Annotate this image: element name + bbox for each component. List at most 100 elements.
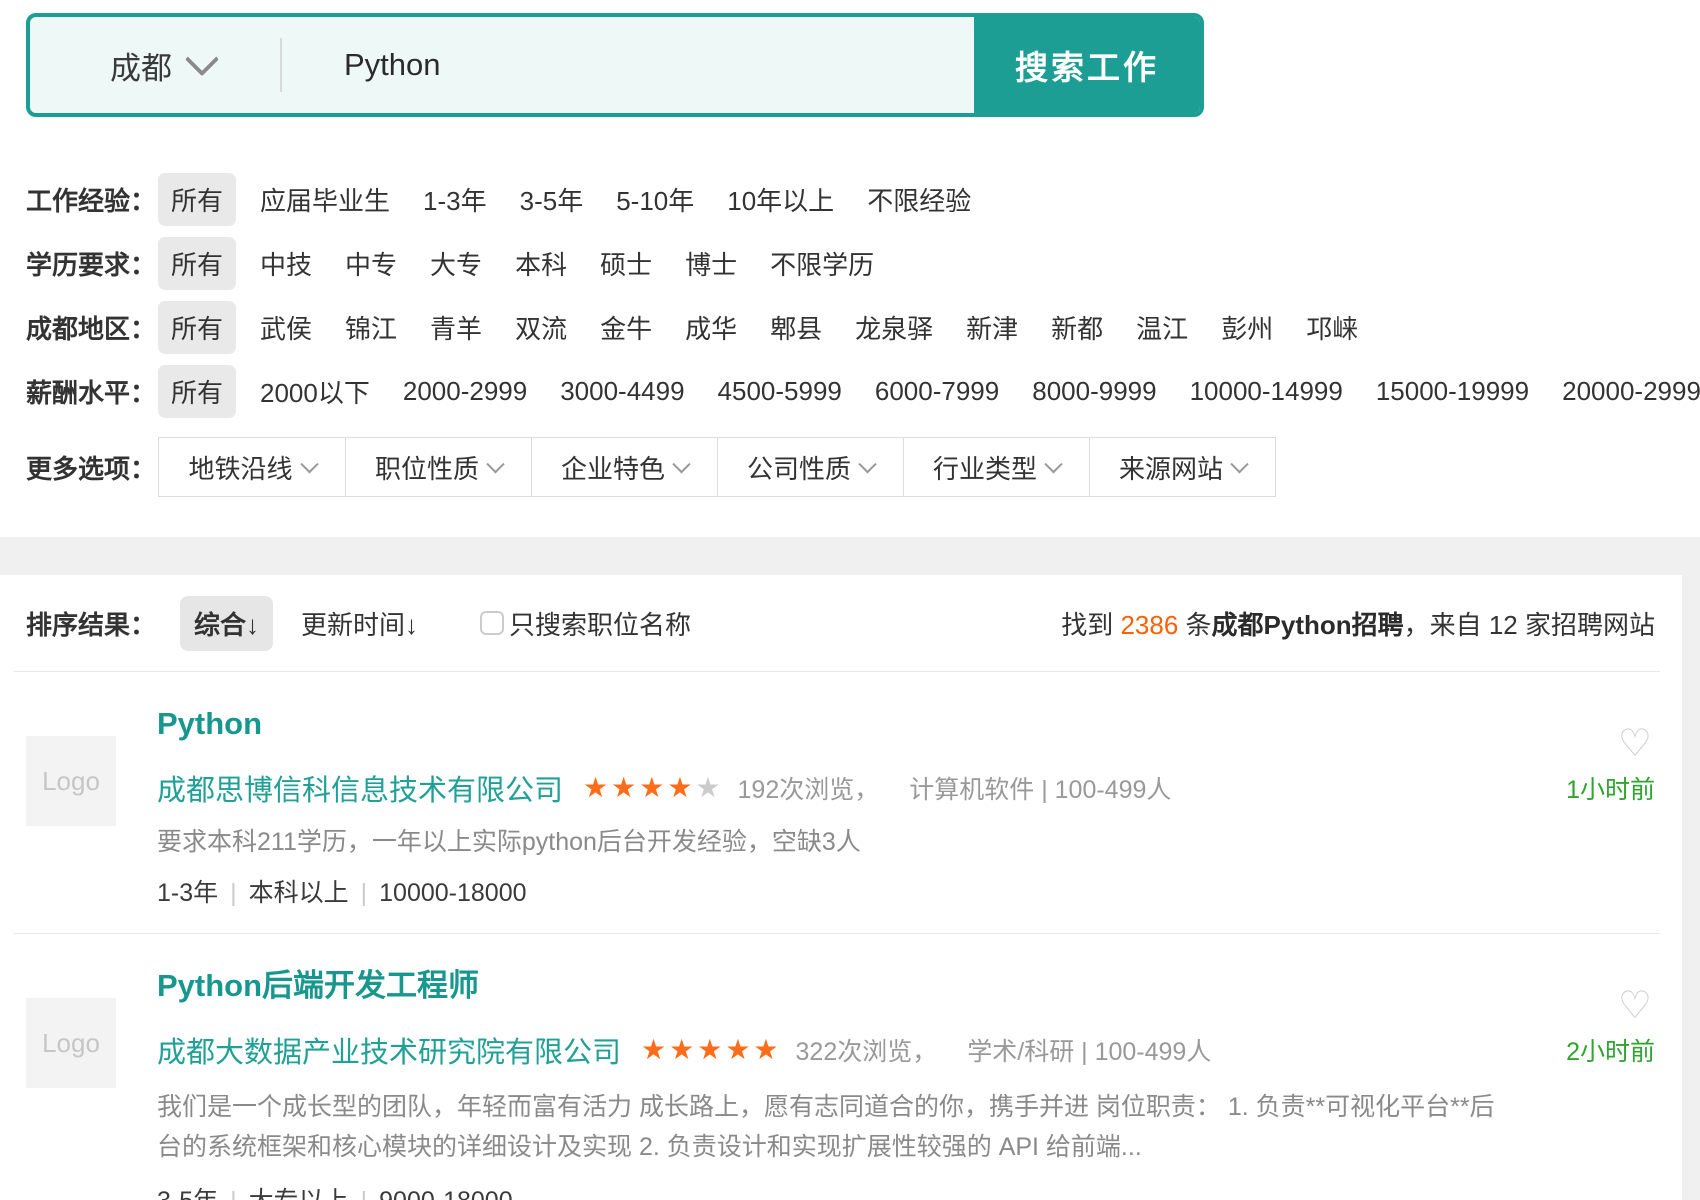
- dropdown-job-type[interactable]: 职位性质: [345, 438, 531, 496]
- filter-option[interactable]: 双流: [515, 309, 567, 346]
- city-selector-value: 成都: [110, 43, 172, 88]
- dropdown-group: 地铁沿线 职位性质 企业特色 公司性质 行业类型 来源网站: [158, 437, 1276, 497]
- filter-option-selected[interactable]: 所有: [158, 237, 236, 290]
- industry-size: 计算机软件 | 100-499人: [909, 770, 1171, 806]
- filter-option[interactable]: 10年以上: [727, 181, 834, 218]
- filter-option[interactable]: 温江: [1136, 309, 1188, 346]
- checkbox-label: 只搜索职位名称: [509, 605, 691, 642]
- filter-option[interactable]: 2000-2999: [403, 376, 527, 407]
- filter-option[interactable]: 3000-4499: [560, 376, 684, 407]
- dropdown-source-site[interactable]: 来源网站: [1089, 438, 1275, 496]
- filter-row-district: 成都地区： 所有 武侯锦江青羊双流金牛成华郫县龙泉驿新津新都温江彭州邛崃: [26, 295, 1700, 359]
- search-button[interactable]: 搜索工作: [974, 17, 1200, 113]
- search-input[interactable]: Python: [282, 17, 974, 113]
- filter-option[interactable]: 新都: [1051, 309, 1103, 346]
- filter-options: 中技中专大专本科硕士博士不限学历: [260, 245, 907, 282]
- chevron-down-icon: [858, 455, 876, 473]
- company-logo: Logo: [26, 998, 116, 1088]
- job-title-link[interactable]: Python: [157, 705, 1655, 743]
- filter-option-selected[interactable]: 所有: [158, 365, 236, 418]
- company-link[interactable]: 成都大数据产业技术研究院有限公司: [157, 1029, 621, 1071]
- company-row: 成都思博信科信息技术有限公司 ★★★★★ 192次浏览， 计算机软件 | 100…: [157, 769, 1655, 807]
- filter-label: 工作经验：: [26, 181, 158, 218]
- filter-option-selected[interactable]: 所有: [158, 301, 236, 354]
- filter-options: 武侯锦江青羊双流金牛成华郫县龙泉驿新津新都温江彭州邛崃: [260, 309, 1391, 346]
- posted-time: 1小时前: [1566, 770, 1655, 806]
- filter-row-experience: 工作经验： 所有 应届毕业生 1-3年 3-5年 5-10年 10年以上不限经验: [26, 167, 1700, 231]
- filter-option[interactable]: 郫县: [770, 309, 822, 346]
- dropdown-industry[interactable]: 行业类型: [903, 438, 1089, 496]
- dropdown-company-feature[interactable]: 企业特色: [531, 438, 717, 496]
- checkbox-icon[interactable]: [480, 611, 504, 635]
- chevron-down-icon: [1044, 455, 1062, 473]
- sort-update-time-button[interactable]: 更新时间↓: [301, 605, 418, 642]
- dropdown-label: 企业特色: [561, 449, 665, 486]
- filter-option[interactable]: 龙泉驿: [855, 309, 933, 346]
- result-prefix: 找到: [1061, 610, 1120, 640]
- rating-stars: ★★★★★: [583, 774, 724, 802]
- filter-option[interactable]: 10000-14999: [1190, 376, 1343, 407]
- filter-option[interactable]: 硕士: [600, 245, 652, 282]
- chevron-down-icon: [185, 42, 219, 76]
- filter-option[interactable]: 彭州: [1221, 309, 1273, 346]
- filter-option[interactable]: 博士: [685, 245, 737, 282]
- job-meta: 3-5年|大专以上|9000-18000: [157, 1183, 1655, 1200]
- filter-option[interactable]: 2000以下: [260, 373, 370, 410]
- filter-option[interactable]: 金牛: [600, 309, 652, 346]
- filter-option[interactable]: 不限经验: [867, 181, 971, 218]
- filter-options: 应届毕业生 1-3年 3-5年 5-10年 10年以上不限经验: [260, 181, 1004, 218]
- filter-option[interactable]: 新津: [966, 309, 1018, 346]
- filter-option[interactable]: 应届毕业生: [260, 181, 390, 218]
- filter-option[interactable]: 锦江: [345, 309, 397, 346]
- filter-option[interactable]: 1-3年: [423, 181, 487, 218]
- dropdown-label: 公司性质: [747, 449, 851, 486]
- filter-option[interactable]: 成华: [685, 309, 737, 346]
- dropdown-company-nature[interactable]: 公司性质: [717, 438, 903, 496]
- filter-option[interactable]: 本科: [515, 245, 567, 282]
- favorite-heart-icon[interactable]: ♡: [1618, 987, 1652, 1025]
- section-divider-band: [0, 537, 1700, 575]
- salary-range: 10000-18000: [379, 879, 526, 907]
- job-description: 要求本科211学历，一年以上实际python后台开发经验，空缺3人: [157, 825, 1497, 859]
- filter-option[interactable]: 6000-7999: [875, 376, 999, 407]
- filter-option[interactable]: 8000-9999: [1032, 376, 1156, 407]
- job-meta: 1-3年|本科以上|10000-18000: [157, 875, 1655, 911]
- filter-panel: 工作经验： 所有 应届毕业生 1-3年 3-5年 5-10年 10年以上不限经验 学历要…: [26, 167, 1700, 423]
- city-selector[interactable]: 成都: [30, 17, 280, 113]
- sort-comprehensive-button[interactable]: 综合↓: [180, 596, 273, 651]
- more-options-label: 更多选项：: [26, 449, 158, 486]
- filter-option[interactable]: 20000-29999: [1562, 376, 1700, 407]
- dropdown-subway[interactable]: 地铁沿线: [159, 438, 345, 496]
- view-count: 322次浏览，: [796, 1032, 938, 1068]
- dropdown-label: 来源网站: [1119, 449, 1223, 486]
- more-options-row: 更多选项： 地铁沿线 职位性质 企业特色 公司性质 行业类型 来源网站: [26, 437, 1700, 497]
- result-suffix: ，来自 12 家招聘网站: [1404, 610, 1655, 640]
- divider: [14, 671, 1660, 672]
- favorite-heart-icon[interactable]: ♡: [1618, 725, 1652, 763]
- filter-label: 薪酬水平：: [26, 373, 158, 410]
- filter-option[interactable]: 5-10年: [616, 181, 694, 218]
- filter-label: 成都地区：: [26, 309, 158, 346]
- experience-required: 1-3年: [157, 879, 218, 907]
- filter-option[interactable]: 武侯: [260, 309, 312, 346]
- filter-option[interactable]: 中技: [260, 245, 312, 282]
- meta-separator: |: [361, 1187, 368, 1200]
- filter-option-selected[interactable]: 所有: [158, 173, 236, 226]
- job-title-link[interactable]: Python后端开发工程师: [157, 967, 1655, 1005]
- filter-option[interactable]: 大专: [430, 245, 482, 282]
- dropdown-label: 职位性质: [375, 449, 479, 486]
- filter-option[interactable]: 不限学历: [770, 245, 874, 282]
- chevron-down-icon: [300, 455, 318, 473]
- filter-option[interactable]: 青羊: [430, 309, 482, 346]
- title-only-checkbox-wrap[interactable]: 只搜索职位名称: [480, 605, 691, 642]
- filter-option[interactable]: 邛崃: [1306, 309, 1358, 346]
- filter-row-education: 学历要求： 所有 中技中专大专本科硕士博士不限学历: [26, 231, 1700, 295]
- rating-stars: ★★★★★: [641, 1036, 782, 1064]
- filter-option[interactable]: 4500-5999: [718, 376, 842, 407]
- filter-option[interactable]: 15000-19999: [1376, 376, 1529, 407]
- filter-option[interactable]: 中专: [345, 245, 397, 282]
- company-link[interactable]: 成都思博信科信息技术有限公司: [157, 767, 563, 809]
- stars-filled: ★★★★: [583, 772, 695, 803]
- filter-option[interactable]: 3-5年: [520, 181, 584, 218]
- posted-time: 2小时前: [1566, 1032, 1655, 1068]
